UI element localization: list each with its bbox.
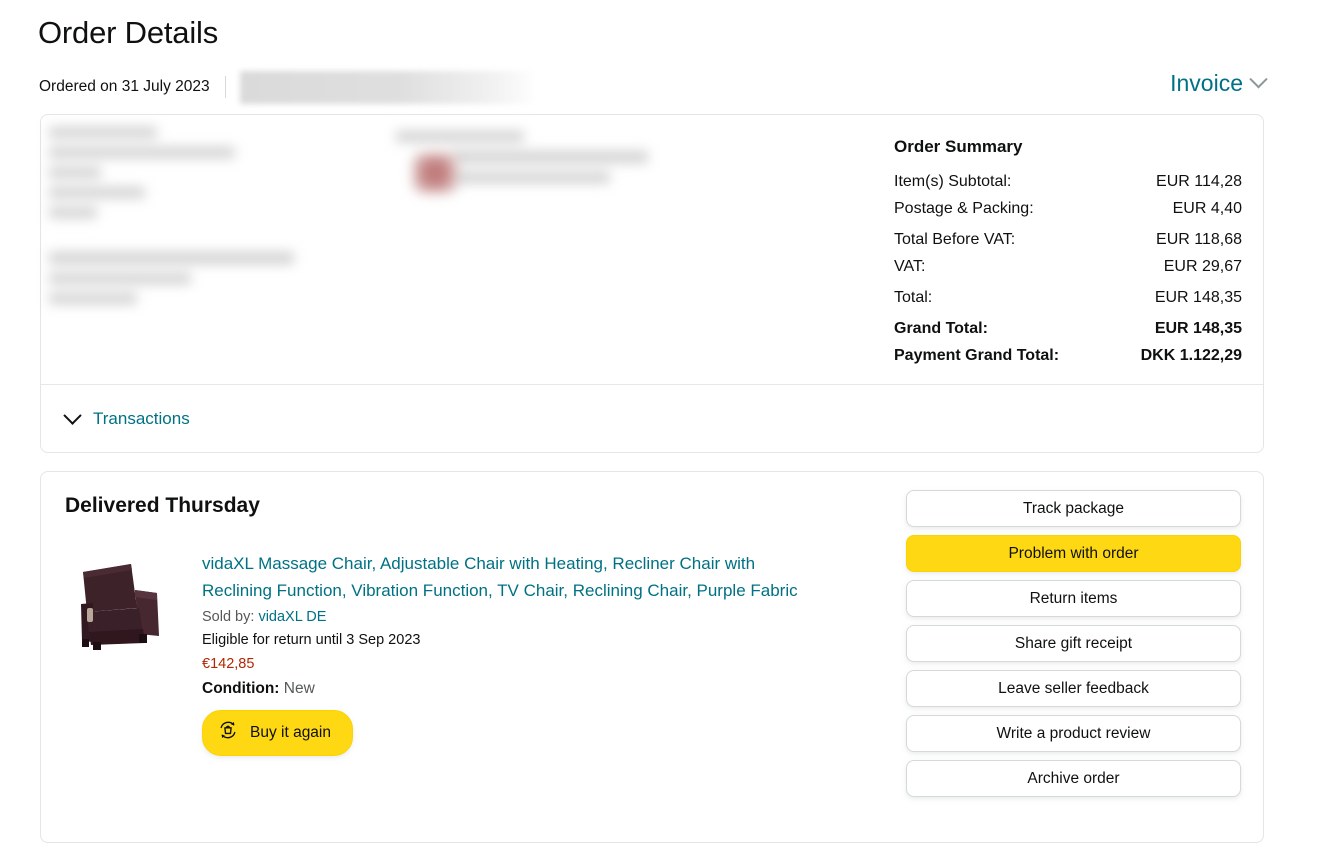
summary-label: VAT: [894,258,926,275]
summary-value: EUR 148,35 [1154,320,1242,337]
recliner-chair-image[interactable] [65,546,177,658]
redacted-card-logo [413,153,457,193]
delivery-status-title: Delivered Thursday [65,494,260,517]
product-condition: Condition: New [202,678,820,700]
product-row: vidaXL Massage Chair, Adjustable Chair w… [65,546,875,756]
summary-row-postage: Postage & Packing: EUR 4,40 [894,195,1242,222]
order-summary-title: Order Summary [894,137,1023,156]
order-summary: Order Summary Item(s) Subtotal: EUR 114,… [894,135,1242,369]
transactions-label: Transactions [93,408,190,428]
ordered-on-date: Ordered on 31 July 2023 [39,78,210,95]
summary-row-grand-total: Grand Total: EUR 148,35 [894,315,1242,342]
transactions-toggle[interactable]: Transactions [63,406,190,430]
share-gift-receipt-button[interactable]: Share gift receipt [906,625,1241,662]
redacted-order-number [239,71,532,104]
buy-it-again-button[interactable]: Buy it again [202,710,353,756]
summary-row-total-before-vat: Total Before VAT: EUR 118,68 [894,226,1242,253]
invoice-label: Invoice [1170,70,1243,96]
buy-again-label: Buy it again [250,724,331,741]
summary-row-vat: VAT: EUR 29,67 [894,253,1242,280]
summary-label: Total Before VAT: [894,231,1016,248]
problem-with-order-button[interactable]: Problem with order [906,535,1241,572]
archive-order-button[interactable]: Archive order [906,760,1241,797]
product-title-link[interactable]: vidaXL Massage Chair, Adjustable Chair w… [202,550,820,604]
seller-link[interactable]: vidaXL DE [258,609,326,625]
return-eligibility: Eligible for return until 3 Sep 2023 [202,632,421,648]
summary-label: Grand Total: [894,320,988,337]
summary-row-total: Total: EUR 148,35 [894,284,1242,311]
summary-value: EUR 4,40 [1172,200,1242,217]
summary-label: Payment Grand Total: [894,347,1060,364]
redacted-shipping-address [49,127,349,313]
summary-value: EUR 118,68 [1156,231,1242,248]
shipment-card: Delivered Thursday vidaXL Massage Chair,… [40,471,1264,843]
summary-label: Item(s) Subtotal: [894,173,1012,190]
summary-value: EUR 148,35 [1154,289,1242,306]
track-package-button[interactable]: Track package [906,490,1241,527]
chevron-down-icon [63,406,82,425]
write-product-review-button[interactable]: Write a product review [906,715,1241,752]
buy-again-icon [217,719,239,747]
invoice-dropdown[interactable]: Invoice [1170,68,1268,98]
summary-value: EUR 29,67 [1163,258,1242,275]
summary-row-subtotal: Item(s) Subtotal: EUR 114,28 [894,168,1242,195]
sold-by-label: Sold by: [202,609,255,625]
summary-row-payment-grand-total: Payment Grand Total: DKK 1.122,29 [894,342,1242,369]
condition-label: Condition: [202,680,280,697]
meta-divider [224,76,226,98]
return-items-button[interactable]: Return items [906,580,1241,617]
summary-label: Total: [894,289,933,306]
order-details-page: Order Details Ordered on 31 July 2023 In… [0,0,1323,857]
chevron-down-icon [1249,69,1268,88]
summary-label: Postage & Packing: [894,200,1034,217]
summary-value: DKK 1.122,29 [1140,347,1242,364]
order-summary-card: Order Summary Item(s) Subtotal: EUR 114,… [40,114,1264,453]
order-actions: Track package Problem with order Return … [906,490,1241,797]
order-meta: Ordered on 31 July 2023 [39,71,532,104]
leave-seller-feedback-button[interactable]: Leave seller feedback [906,670,1241,707]
sold-by: Sold by: vidaXL DE [202,607,820,628]
page-title: Order Details [38,15,219,50]
product-info: vidaXL Massage Chair, Adjustable Chair w… [202,546,820,756]
condition-value: New [283,680,315,697]
summary-value: EUR 114,28 [1156,173,1242,190]
product-price: €142,85 [202,656,255,672]
transactions-bar: Transactions [41,384,1263,452]
